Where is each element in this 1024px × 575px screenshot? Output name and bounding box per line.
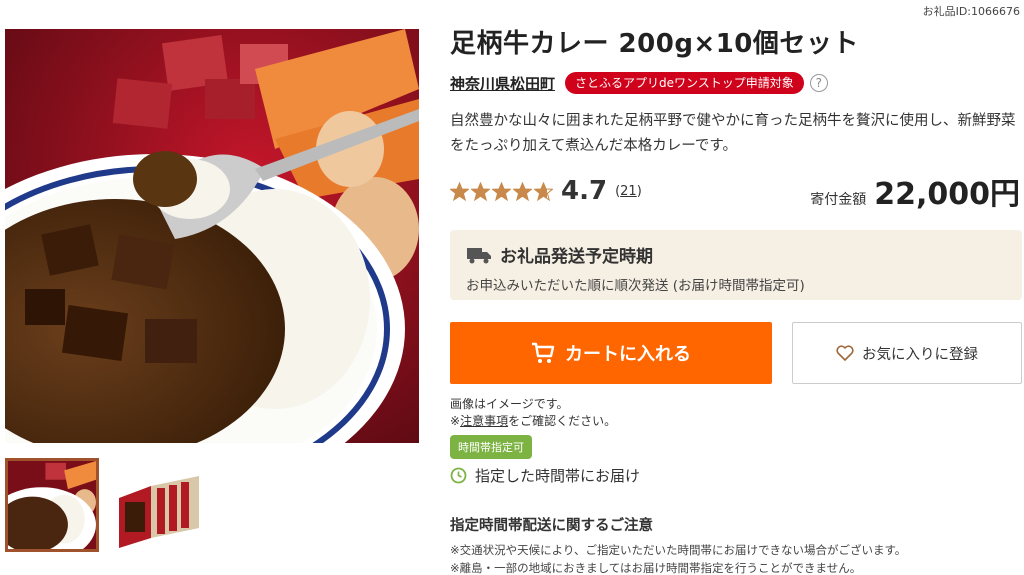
rating-value: 4.7 xyxy=(561,176,608,206)
time-slot-text: 指定した時間帯にお届け xyxy=(475,467,641,485)
shipping-title: お礼品発送予定時期 xyxy=(500,247,653,267)
star-icon xyxy=(492,181,511,201)
cart-icon xyxy=(532,342,555,363)
product-title: 足柄牛カレー 200g×10個セット xyxy=(450,29,859,59)
star-icon xyxy=(471,181,490,201)
municipality-link[interactable]: 神奈川県松田町 xyxy=(450,73,555,94)
caution-prefix: ※ xyxy=(450,414,461,428)
rating-stars xyxy=(450,181,553,201)
time-slot-badge: 時間帯指定可 xyxy=(450,435,532,459)
star-icon xyxy=(450,181,469,201)
time-slot-row: 指定した時間帯にお届け xyxy=(450,465,1022,486)
review-count: 21 xyxy=(620,183,637,199)
review-count-link[interactable]: (21) xyxy=(615,184,642,199)
product-info: 足柄牛カレー 200g×10個セット 神奈川県松田町 さとふるアプリdeワンスト… xyxy=(450,29,1022,575)
onestop-badge: さとふるアプリdeワンストップ申請対象 xyxy=(565,72,804,94)
main-product-image[interactable] xyxy=(5,29,419,443)
price-label: 寄付金額 xyxy=(810,192,867,208)
image-note-line: 画像はイメージです。 xyxy=(450,397,569,411)
caution-suffix: をご確認ください。 xyxy=(508,414,617,428)
clock-icon xyxy=(450,467,467,484)
heart-icon xyxy=(836,345,854,361)
rating-price-row: 4.7 (21) 寄付金額 22,000円 xyxy=(450,174,1022,212)
curry-plate-illustration xyxy=(5,29,419,443)
thumbnail-list xyxy=(5,458,205,552)
star-icon xyxy=(513,181,532,201)
action-buttons: カートに入れる お気に入りに登録 xyxy=(450,322,1022,384)
notice-line: ※交通状況や天候により、ご指定いただいた時間帯にお届けできない場合がございます。 xyxy=(450,543,907,557)
add-to-cart-button[interactable]: カートに入れる xyxy=(450,322,772,384)
notice-line: ※離島・一部の地域におきましてはお届け時間帯指定を行うことができません。 xyxy=(450,561,862,575)
caution-link[interactable]: 注意事項 xyxy=(460,414,508,428)
shipping-note: お申込みいただいた順に順次発送 (お届け時間帯指定可) xyxy=(466,278,805,294)
gift-id: お礼品ID:1066676 xyxy=(922,5,1020,18)
meta-row: 神奈川県松田町 さとふるアプリdeワンストップ申請対象 ? xyxy=(450,71,1022,95)
price-amount: 22,000円 xyxy=(874,177,1020,212)
notice-title: 指定時間帯配送に関するご注意 xyxy=(450,518,653,534)
star-icon xyxy=(534,181,553,201)
caution-line: ※注意事項をご確認ください。 xyxy=(450,413,1022,430)
price: 寄付金額 22,000円 xyxy=(810,169,1020,213)
truck-icon xyxy=(467,247,491,263)
shipping-header: お礼品発送予定時期 xyxy=(466,242,1006,267)
image-note: 画像はイメージです。 ※注意事項をご確認ください。 xyxy=(450,396,1022,430)
add-favorite-button[interactable]: お気に入りに登録 xyxy=(792,322,1022,384)
add-to-cart-label: カートに入れる xyxy=(565,344,691,365)
help-icon[interactable]: ? xyxy=(809,74,828,92)
add-favorite-label: お気に入りに登録 xyxy=(862,346,978,363)
thumbnail-curry-plate[interactable] xyxy=(5,458,99,552)
product-description: 自然豊かな山々に囲まれた足柄平野で健やかに育った足柄牛を贅沢に使用し、新鮮野菜を… xyxy=(450,113,1016,154)
shipping-box: お礼品発送予定時期 お申込みいただいた順に順次発送 (お届け時間帯指定可) xyxy=(450,230,1022,300)
thumbnail-package-boxes[interactable] xyxy=(111,458,205,552)
